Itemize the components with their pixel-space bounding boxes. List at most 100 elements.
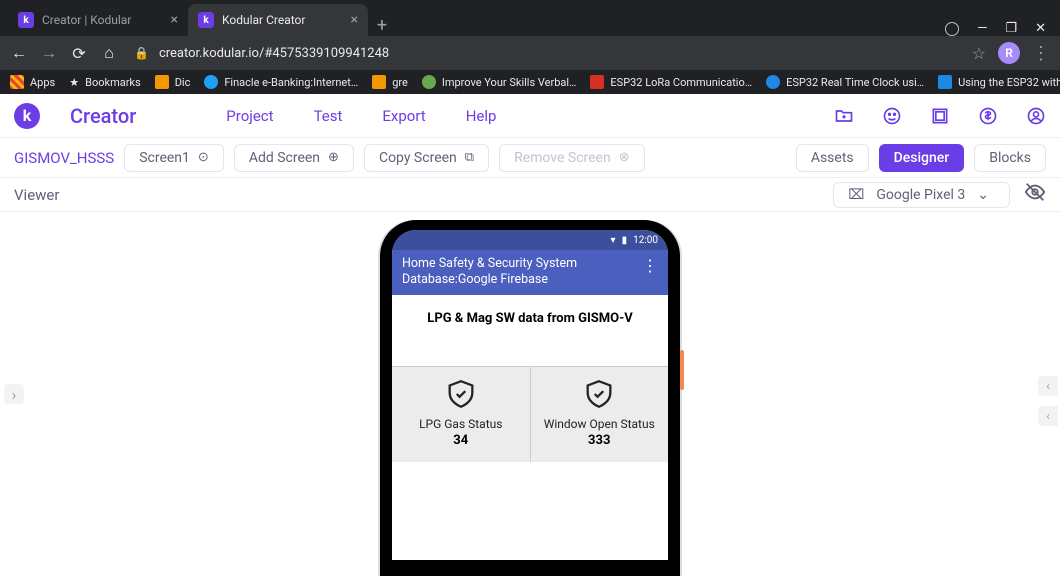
device-selector[interactable]: ⌧ Google Pixel 3 ⌄ (833, 182, 1010, 208)
bookmark-item[interactable]: ESP32 LoRa Communicatio… (590, 75, 752, 89)
url-text: creator.kodular.io/#4575339109941248 (159, 46, 389, 61)
phone-frame: ▾ ▮ 12:00 Home Safety & Security System … (380, 220, 680, 576)
copy-screen-button[interactable]: Copy Screen ⧉ (364, 144, 489, 172)
viewer-canvas: › ‹ ‹ ▾ ▮ 12:00 Home Safety & Security S… (0, 212, 1060, 576)
remove-screen-button[interactable]: Remove Screen ⊗ (499, 144, 645, 172)
browser-menu-icon[interactable]: ⋮ (1032, 43, 1050, 64)
shield-check-icon (398, 377, 524, 411)
bookmarks-shortcut[interactable]: ★Bookmarks (69, 76, 140, 89)
profile-avatar[interactable]: R (998, 42, 1020, 64)
maximize-icon[interactable]: ❐ (1005, 21, 1017, 36)
window-controls: — ❐ ✕ (945, 21, 1060, 36)
chevron-down-icon: ⌄ (977, 187, 989, 203)
close-icon[interactable]: × (351, 12, 358, 28)
status-card: LPG Gas Status 34 (392, 367, 531, 462)
bookmark-item[interactable]: Finacle e-Banking:Internet… (204, 75, 358, 89)
library-icon[interactable] (930, 106, 950, 126)
tab-title: Kodular Creator (222, 13, 305, 27)
viewer-toolbar: Viewer ⌧ Google Pixel 3 ⌄ (0, 178, 1060, 212)
apps-shortcut[interactable]: Apps (10, 75, 55, 89)
status-time: 12:00 (633, 235, 658, 246)
account-icon[interactable] (1026, 106, 1046, 126)
panel-expand-left[interactable]: › (4, 384, 24, 404)
overflow-menu-icon[interactable]: ⋮ (642, 256, 658, 275)
bookmarks-bar: Apps ★Bookmarks Dic Finacle e-Banking:In… (0, 70, 1060, 94)
lock-icon: 🔒 (134, 46, 149, 60)
new-tab-button[interactable]: + (368, 15, 396, 36)
blocks-button[interactable]: Blocks (974, 144, 1046, 172)
bookmark-favicon-icon (204, 75, 218, 89)
app-subtitle: Database:Google Firebase (402, 272, 577, 288)
monetize-icon[interactable] (978, 106, 998, 126)
app-title: Home Safety & Security System (402, 256, 577, 272)
bookmark-item[interactable]: ESP32 Real Time Clock usi… (766, 75, 924, 89)
back-icon[interactable]: ← (10, 43, 28, 63)
plus-circle-icon: ⊕ (328, 150, 339, 165)
bookmark-item[interactable]: Dic (155, 75, 191, 89)
card-value: 34 (398, 433, 524, 448)
status-cards-row: LPG Gas Status 34 Window Open Status 333 (392, 366, 668, 462)
bookmark-favicon-icon (938, 75, 952, 89)
phone-power-button-icon (680, 350, 684, 390)
card-label: LPG Gas Status (398, 417, 524, 431)
menu-help[interactable]: Help (466, 107, 497, 125)
close-icon[interactable]: × (171, 12, 178, 28)
tab-favicon-icon: k (198, 12, 214, 28)
bookmark-favicon-icon (155, 75, 169, 89)
browser-tab[interactable]: k Kodular Creator × (188, 4, 368, 36)
bookmark-item[interactable]: Improve Your Skills Verbal… (422, 75, 577, 89)
address-bar[interactable]: 🔒 creator.kodular.io/#4575339109941248 ☆ (130, 44, 986, 63)
kodular-app-bar: k Creator Project Test Export Help (0, 94, 1060, 138)
status-card: Window Open Status 333 (531, 367, 669, 462)
minimize-icon[interactable]: — (977, 21, 987, 36)
project-toolbar: GISMOV_HSSS Screen1 ⊙ Add Screen ⊕ Copy … (0, 138, 1060, 178)
apps-icon (10, 75, 24, 89)
phone-status-bar: ▾ ▮ 12:00 (392, 230, 668, 250)
bookmark-star-icon[interactable]: ☆ (972, 44, 986, 63)
app-title-bar: Home Safety & Security System Database:G… (392, 250, 668, 295)
bookmark-favicon-icon (766, 75, 780, 89)
account-indicator-icon[interactable] (945, 22, 959, 36)
card-value: 333 (537, 433, 663, 448)
game-icon[interactable] (882, 106, 902, 126)
tab-strip: k Creator | Kodular × k Kodular Creator … (0, 0, 1060, 36)
panel-expand-right[interactable]: ‹ (1038, 376, 1058, 396)
screen-selector[interactable]: Screen1 ⊙ (124, 144, 224, 172)
browser-tab[interactable]: k Creator | Kodular × (8, 4, 188, 36)
devices-icon: ⌧ (848, 187, 864, 203)
bookmark-favicon-icon (372, 75, 386, 89)
forward-icon[interactable]: → (40, 43, 58, 63)
add-folder-icon[interactable] (834, 106, 854, 126)
section-heading: LPG & Mag SW data from GISMO-V (392, 295, 668, 366)
bookmark-item[interactable]: Using the ESP32 with RTC… (938, 75, 1060, 89)
chevron-down-icon: ⊙ (198, 150, 209, 165)
tab-favicon-icon: k (18, 12, 34, 28)
battery-icon: ▮ (622, 235, 628, 246)
window-close-icon[interactable]: ✕ (1035, 21, 1046, 36)
kodular-menu: Project Test Export Help (226, 107, 496, 125)
kodular-brand: Creator (70, 104, 136, 128)
designer-button[interactable]: Designer (879, 144, 965, 172)
copy-icon: ⧉ (465, 150, 474, 165)
viewer-label: Viewer (14, 186, 59, 204)
address-bar-row: ← → ⟳ ⌂ 🔒 creator.kodular.io/#4575339109… (0, 36, 1060, 70)
home-icon[interactable]: ⌂ (100, 43, 118, 63)
wifi-icon: ▾ (611, 235, 616, 246)
project-name: GISMOV_HSSS (14, 149, 114, 167)
tab-title: Creator | Kodular (42, 13, 131, 27)
assets-button[interactable]: Assets (796, 144, 869, 172)
add-screen-button[interactable]: Add Screen ⊕ (234, 144, 354, 172)
bookmark-item[interactable]: gre (372, 75, 408, 89)
card-label: Window Open Status (537, 417, 663, 431)
star-icon: ★ (69, 76, 79, 89)
panel-expand-right[interactable]: ‹ (1038, 406, 1058, 426)
shield-check-icon (537, 377, 663, 411)
remove-circle-icon: ⊗ (619, 150, 630, 165)
bookmark-favicon-icon (590, 75, 604, 89)
menu-test[interactable]: Test (314, 107, 343, 125)
menu-project[interactable]: Project (226, 107, 273, 125)
menu-export[interactable]: Export (382, 107, 425, 125)
visibility-toggle-icon[interactable] (1024, 181, 1046, 208)
reload-icon[interactable]: ⟳ (70, 44, 88, 63)
kodular-logo-icon[interactable]: k (14, 103, 40, 129)
